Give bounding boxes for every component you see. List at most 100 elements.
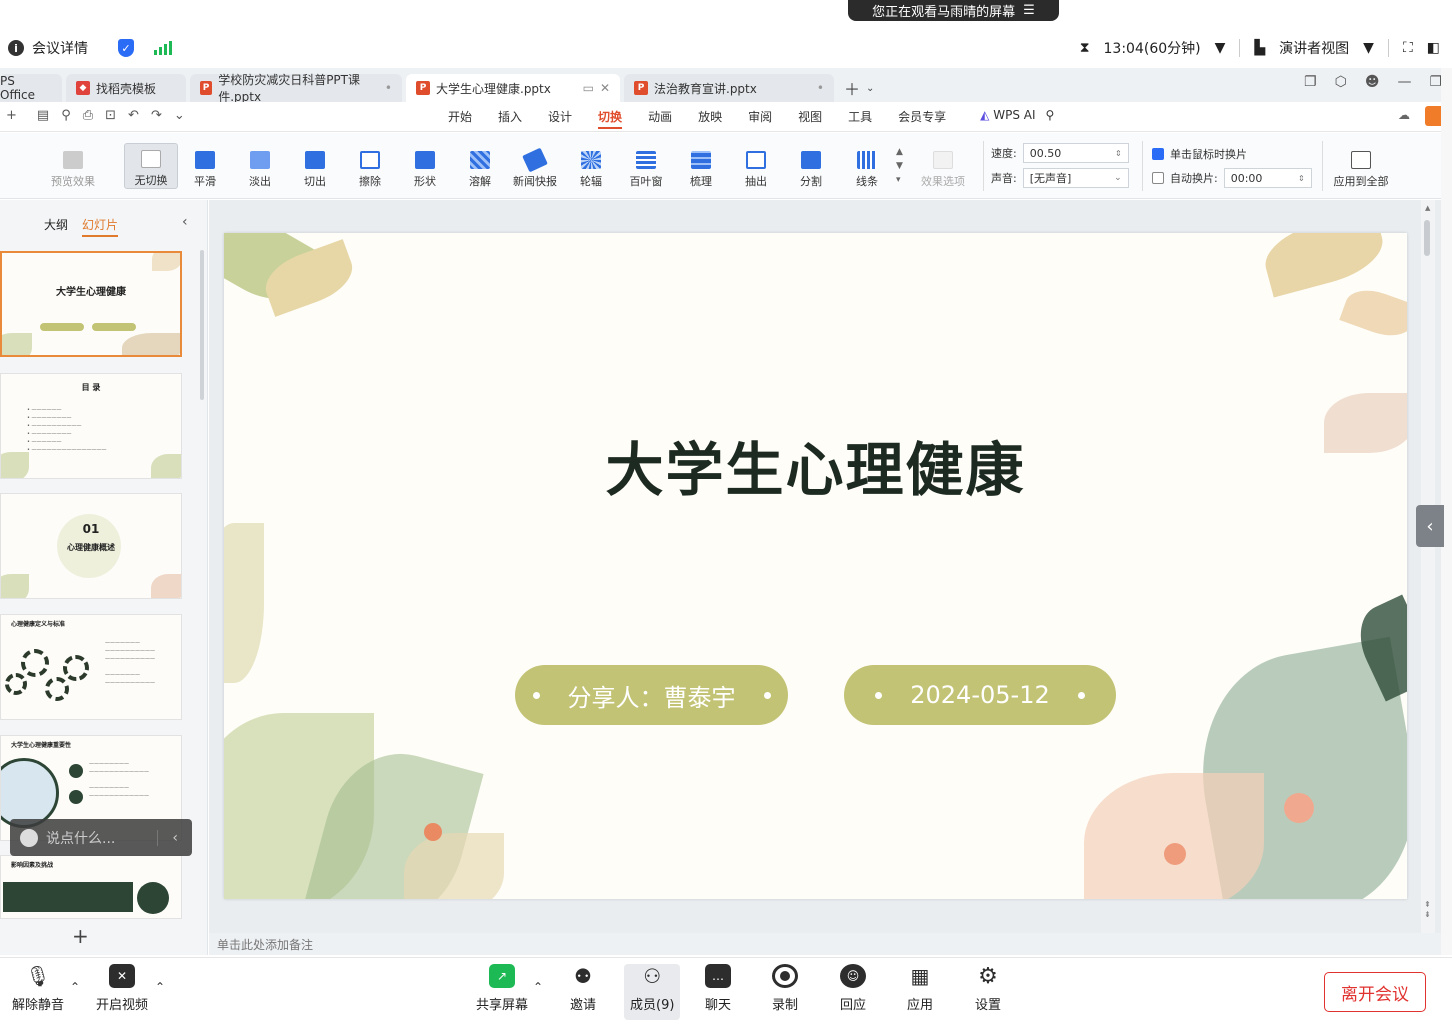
notes-area[interactable]: 单击此处添加备注	[209, 933, 1441, 955]
slide-thumbnail-3[interactable]: 01 心理健康概述	[0, 493, 182, 599]
speed-input[interactable]: 00.50 ⇕	[1022, 143, 1129, 163]
chevron-left-icon[interactable]: ‹	[157, 829, 192, 846]
chevron-up-icon[interactable]: ⌃	[70, 980, 80, 994]
chat-button[interactable]: … 聊天	[705, 964, 731, 1013]
chevron-down-icon[interactable]: ⌄	[866, 83, 874, 94]
transition-cut[interactable]: 切出	[288, 143, 342, 189]
slide-thumbnail-1[interactable]: 大学生心理健康	[0, 251, 182, 357]
plus-icon[interactable]: +	[6, 108, 17, 123]
transition-smooth[interactable]: 平滑	[178, 143, 232, 189]
transition-shape[interactable]: 形状	[398, 143, 452, 189]
chevron-down-icon[interactable]: ⌄	[174, 108, 185, 123]
shield-icon[interactable]: ✓	[118, 39, 134, 57]
avatar-icon[interactable]: ☻	[1365, 74, 1380, 90]
preview-effect-button[interactable]: 预览效果	[46, 143, 100, 189]
transition-wheel[interactable]: 轮辐	[564, 143, 618, 189]
cube-icon[interactable]: ⬡	[1335, 74, 1347, 90]
chat-input[interactable]: 说点什么...	[46, 828, 115, 848]
menu-slideshow[interactable]: 放映	[698, 108, 722, 129]
transition-blinds[interactable]: 百叶窗	[619, 143, 673, 189]
collapse-handle-icon[interactable]: ‹	[1416, 505, 1444, 547]
chevron-up-icon[interactable]: ⌃	[533, 980, 543, 994]
transition-dissolve[interactable]: 溶解	[453, 143, 507, 189]
transition-wipe[interactable]: 擦除	[343, 143, 397, 189]
scroll-up-icon[interactable]: ▲	[1425, 204, 1430, 212]
slide-thumbnail-4[interactable]: 心理健康定义与标准 ——————— —————————— —————————— ———…	[0, 614, 182, 720]
chat-input-overlay[interactable]: 说点什么... ‹	[10, 819, 192, 856]
transition-pull[interactable]: 抽出	[729, 143, 783, 189]
apply-all-button[interactable]: 应用到全部	[1330, 143, 1392, 189]
menu-insert[interactable]: 插入	[498, 108, 522, 129]
spinner-icon[interactable]: ⇕	[1298, 174, 1305, 183]
panel-scrollbar[interactable]	[200, 250, 204, 400]
transition-none[interactable]: 无切换	[124, 143, 178, 189]
apps-button[interactable]: ▦ 应用	[907, 964, 933, 1013]
members-button[interactable]: ⚇ 成员(9)	[624, 964, 681, 1020]
chevron-up-icon[interactable]: ⌃	[155, 980, 165, 994]
react-button[interactable]: ☺ 回应	[840, 964, 866, 1013]
file-icon[interactable]: ▤	[37, 108, 49, 123]
view-mode-button[interactable]: 演讲者视图	[1279, 38, 1349, 58]
effect-options-button[interactable]: 效果选项	[916, 143, 970, 189]
scroll-thumb[interactable]	[1424, 220, 1430, 256]
sidebar-toggle-icon[interactable]: ◧	[1427, 40, 1440, 56]
signal-icon[interactable]	[154, 41, 172, 55]
leave-meeting-button[interactable]: 离开会议	[1324, 972, 1426, 1012]
auto-advance-input[interactable]: 00:00 ⇕	[1223, 168, 1312, 188]
monitor-icon[interactable]: ▭	[583, 81, 594, 95]
transition-lines[interactable]: 线条	[840, 143, 894, 189]
menu-home[interactable]: 开始	[448, 108, 472, 129]
wps-ai-button[interactable]: ◭ WPS AI	[980, 108, 1035, 129]
slide-thumbnail-6[interactable]: 影响因素及挑战	[0, 855, 182, 919]
chevron-down-icon[interactable]: ▼	[1215, 40, 1226, 56]
fullscreen-icon[interactable]: ⛶	[1403, 40, 1413, 56]
tab-wps-office[interactable]: PS Office	[0, 74, 62, 102]
menu-tools[interactable]: 工具	[848, 108, 872, 129]
current-slide[interactable]: 大学生心理健康 分享人：曹泰宇 2024-05-12	[224, 233, 1407, 899]
cloud-icon[interactable]: ☁	[1398, 108, 1410, 122]
close-icon[interactable]: ✕	[600, 81, 610, 95]
date-pill[interactable]: 2024-05-12	[844, 665, 1116, 725]
new-tab-icon[interactable]: ＋	[844, 76, 860, 100]
page-nav-icon[interactable]: ⇞ ⇟	[1424, 900, 1431, 920]
info-icon[interactable]: i	[8, 40, 24, 56]
on-click-checkbox[interactable]	[1152, 148, 1164, 160]
tab-disaster-ppt[interactable]: P 学校防灾减灾日科普PPT课件.pptx •	[190, 73, 402, 104]
chevron-down-icon[interactable]: ⌄	[1114, 173, 1122, 183]
unmute-button[interactable]: 🎙 解除静音	[12, 964, 64, 1013]
tab-templates[interactable]: ◆ 找稻壳模板	[66, 74, 186, 102]
start-video-button[interactable]: ✕ 开启视频	[96, 964, 148, 1013]
chevron-down-icon[interactable]: ▼	[1363, 40, 1374, 56]
screen-share-banner[interactable]: 您正在观看马雨晴的屏幕 ☰	[848, 0, 1059, 21]
menu-view[interactable]: 视图	[798, 108, 822, 129]
transition-newsflash[interactable]: 新闻快报	[508, 143, 562, 189]
menu-member[interactable]: 会员专享	[898, 108, 946, 129]
collapse-panel-icon[interactable]: ‹	[182, 214, 188, 230]
menu-transition[interactable]: 切换	[598, 108, 623, 129]
menu-design[interactable]: 设计	[548, 108, 572, 129]
menu-review[interactable]: 审阅	[748, 108, 772, 129]
emoji-icon[interactable]	[20, 828, 38, 847]
add-slide-button[interactable]: +	[72, 924, 89, 948]
transition-comb[interactable]: 梳理	[674, 143, 728, 189]
print-preview-icon[interactable]: ⊡	[105, 108, 116, 123]
presenter-pill[interactable]: 分享人：曹泰宇	[515, 665, 788, 725]
redo-icon[interactable]: ↷	[151, 108, 162, 123]
menu-animation[interactable]: 动画	[648, 108, 672, 129]
record-button[interactable]: 录制	[772, 964, 798, 1013]
spinner-icon[interactable]: ⇕	[1115, 149, 1122, 158]
tab-mental-health-ppt[interactable]: P 大学生心理健康.pptx ▭ ✕	[406, 74, 620, 102]
print-icon[interactable]: ⎙	[83, 108, 93, 123]
share-screen-button[interactable]: ↗ 共享屏幕	[476, 964, 528, 1013]
share-link-icon[interactable]: ⚲	[61, 108, 71, 123]
canvas-scrollbar[interactable]: ▲ ⇞ ⇟	[1421, 200, 1435, 933]
tab-law-ppt[interactable]: P 法治教育宣讲.pptx •	[624, 74, 834, 102]
settings-button[interactable]: ⚙ 设置	[975, 964, 1001, 1014]
slide-thumbnail-2[interactable]: 目 录 • —————— • ———————— • —————————— • ————…	[0, 373, 182, 479]
minimize-icon[interactable]: —	[1397, 74, 1411, 90]
sound-select[interactable]: [无声音] ⌄	[1022, 168, 1129, 188]
slide-title[interactable]: 大学生心理健康	[224, 423, 1407, 507]
auto-advance-checkbox[interactable]	[1152, 172, 1164, 184]
transition-fade[interactable]: 淡出	[233, 143, 287, 189]
invite-button[interactable]: ⚉ 邀请	[570, 964, 596, 1013]
